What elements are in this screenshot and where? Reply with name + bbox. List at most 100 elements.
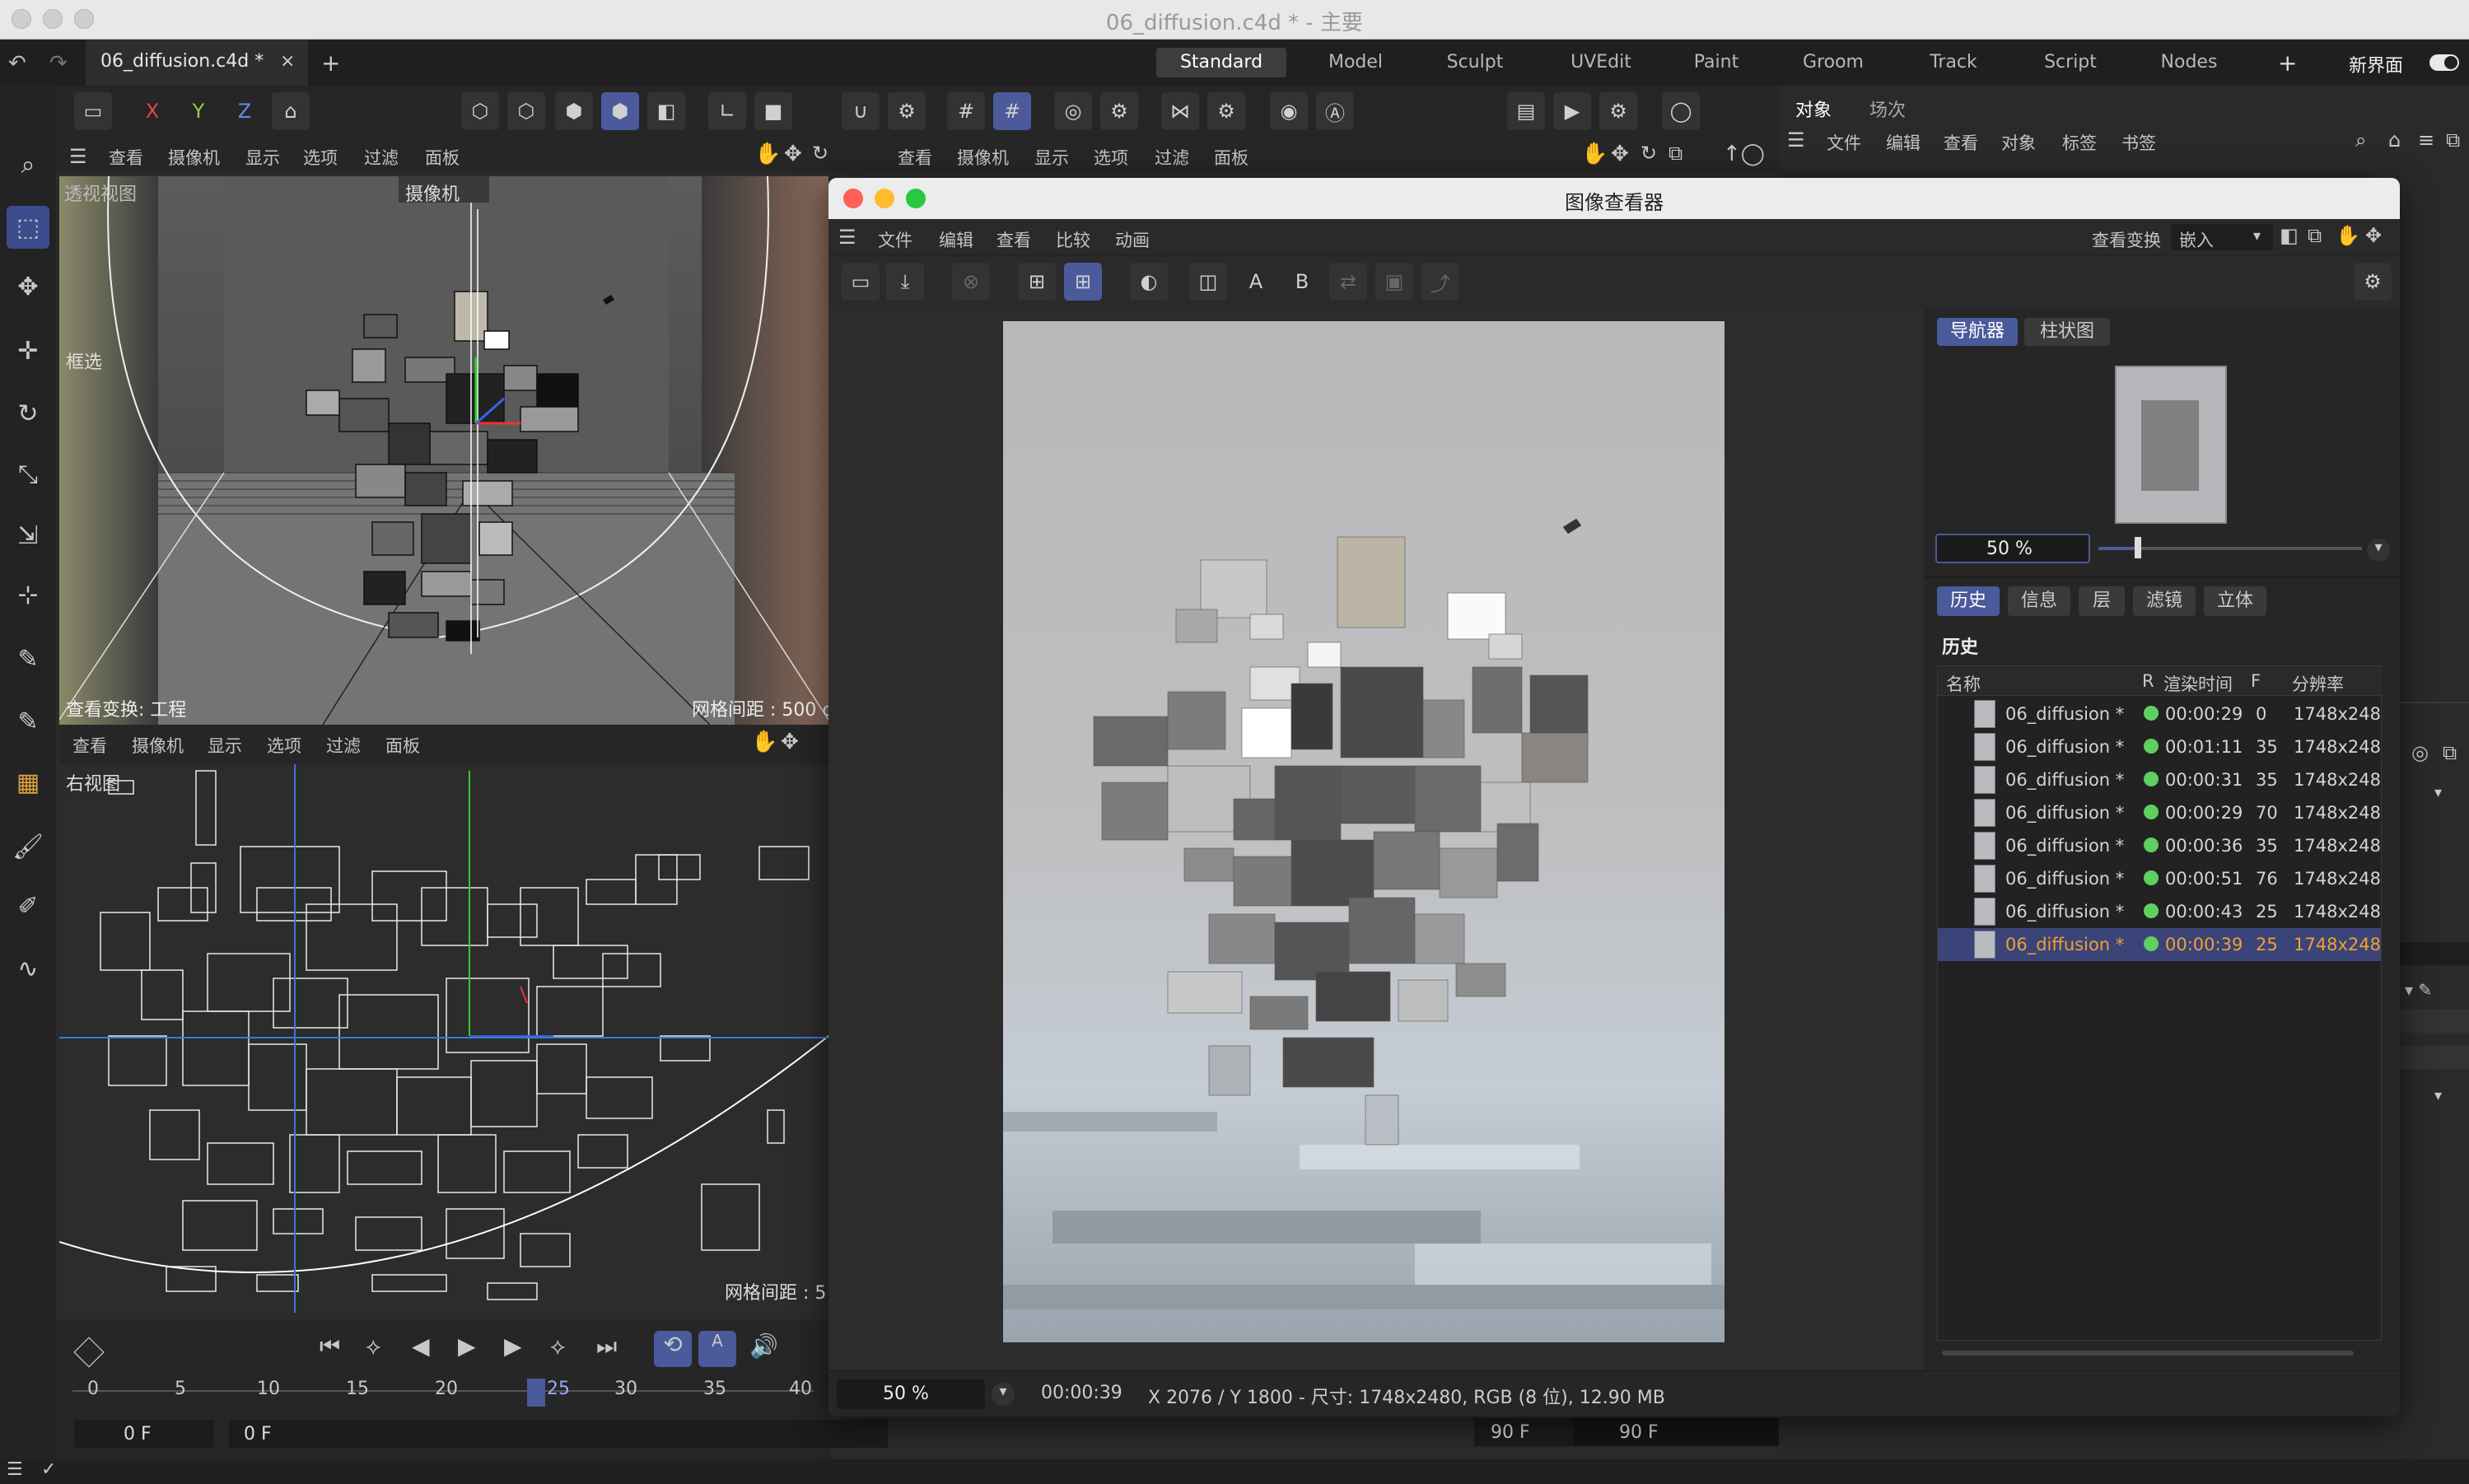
- iv-menu-icon[interactable]: ☰: [838, 226, 856, 249]
- status-menu-icon[interactable]: ☰: [7, 1459, 23, 1480]
- iv-move-icon[interactable]: ✥: [2365, 224, 2382, 247]
- scale-tool-icon[interactable]: ⤡: [7, 453, 49, 496]
- iv-menu-animation[interactable]: 动画: [1115, 227, 1150, 252]
- knife-tool-icon[interactable]: ✐: [7, 884, 49, 927]
- x-axis-lock[interactable]: X: [133, 92, 171, 130]
- model-mode-icon[interactable]: ⬢: [601, 92, 639, 130]
- layout-tab-groom[interactable]: Groom: [1781, 48, 1886, 77]
- magnet-icon[interactable]: ∪: [842, 92, 880, 130]
- status-zoom-dropdown-icon[interactable]: ▾: [992, 1383, 1015, 1406]
- rotate-view-icon-2[interactable]: ↻: [1641, 142, 1657, 165]
- stop-render-icon[interactable]: ⊗: [952, 263, 990, 301]
- brush-tool-icon[interactable]: 🖌: [7, 825, 49, 868]
- menu2-view[interactable]: 查看: [898, 145, 932, 170]
- menu2-camera[interactable]: 摄像机: [957, 145, 1009, 170]
- sound-icon[interactable]: 🔊: [749, 1332, 778, 1360]
- tab-histogram[interactable]: 柱状图: [2024, 318, 2110, 346]
- layout-tab-uvedit[interactable]: UVEdit: [1548, 48, 1654, 77]
- render-active-icon[interactable]: ⊞: [1064, 263, 1102, 301]
- tab-info[interactable]: 信息: [2008, 586, 2070, 616]
- rotate-view-icon[interactable]: ↻: [812, 142, 828, 165]
- symmetry-settings-icon[interactable]: ⚙: [1207, 92, 1245, 130]
- iv-pan-icon[interactable]: ✋: [2336, 224, 2360, 247]
- contrast-icon[interactable]: ◐: [1130, 263, 1168, 301]
- redo-icon[interactable]: ↷: [49, 51, 68, 76]
- menu-camera[interactable]: 摄像机: [168, 145, 220, 170]
- obj-home-icon[interactable]: ⌂: [2388, 128, 2401, 152]
- popout-icon[interactable]: ⧉: [2308, 224, 2322, 247]
- zoom-dropdown-icon[interactable]: ▾: [2367, 539, 2390, 562]
- layout-tab-nodes[interactable]: Nodes: [2136, 48, 2242, 77]
- rv-menu-panel[interactable]: 面板: [385, 733, 420, 758]
- axis-mode-icon[interactable]: ∟: [708, 92, 746, 130]
- attr-popout-icon[interactable]: ⧉: [2443, 741, 2457, 764]
- search-icon[interactable]: ⌕: [7, 143, 49, 186]
- menu-display[interactable]: 显示: [245, 145, 280, 170]
- play-icon[interactable]: ▶: [458, 1332, 476, 1360]
- open-folder-icon[interactable]: ▭: [842, 263, 880, 301]
- render-a-icon[interactable]: Ⓐ: [1316, 92, 1354, 130]
- new-ui-toggle[interactable]: [2429, 54, 2459, 71]
- undo-icon[interactable]: ↶: [8, 51, 26, 76]
- menu2-filter[interactable]: 过滤: [1155, 145, 1189, 170]
- history-row[interactable]: 06_diffusion * 00:00:29 70 1748x248: [1938, 796, 2381, 829]
- obj-search-icon[interactable]: ⌕: [2355, 128, 2366, 152]
- object-menu-icon[interactable]: ☰: [1787, 128, 1805, 152]
- layout-tab-model[interactable]: Model: [1303, 48, 1408, 77]
- keyframe-icon[interactable]: [73, 1337, 105, 1368]
- col-frame[interactable]: F: [2251, 671, 2261, 691]
- transfer-tool-icon[interactable]: ⇲: [7, 514, 49, 557]
- add-layout-button[interactable]: +: [2278, 49, 2297, 77]
- menu-panel[interactable]: 面板: [425, 145, 460, 170]
- move-view-icon-2[interactable]: ✥: [1611, 142, 1629, 166]
- menu2-panel[interactable]: 面板: [1214, 145, 1249, 170]
- range-slider[interactable]: 0 F: [229, 1420, 888, 1448]
- menu-icon[interactable]: ☰: [69, 145, 87, 168]
- obj-menu-object[interactable]: 对象: [2001, 130, 2036, 155]
- col-render-time[interactable]: 渲染时间: [2163, 671, 2233, 696]
- rv-menu-display[interactable]: 显示: [208, 733, 242, 758]
- col-name[interactable]: 名称: [1946, 671, 1981, 696]
- iv-settings-icon[interactable]: ⚙: [2354, 263, 2392, 301]
- move-view-icon[interactable]: ✥: [784, 142, 802, 166]
- range-end-value[interactable]: 90 F: [1491, 1422, 1530, 1443]
- menu-options[interactable]: 选项: [303, 145, 338, 170]
- col-resolution[interactable]: 分辨率: [2292, 671, 2344, 696]
- render-settings-icon[interactable]: ⚙: [1599, 92, 1637, 130]
- col-r[interactable]: R: [2142, 671, 2154, 691]
- save-image-icon[interactable]: ⤓: [886, 263, 924, 301]
- rv-menu-view[interactable]: 查看: [72, 733, 107, 758]
- compare-b-button[interactable]: B: [1283, 263, 1321, 301]
- history-row[interactable]: 06_diffusion * 00:00:43 25 1748x248: [1938, 895, 2381, 928]
- settings-snap-icon[interactable]: ⚙: [888, 92, 926, 130]
- pan-icon-2[interactable]: ✋: [1581, 142, 1608, 166]
- select-tool-icon[interactable]: ⬚: [7, 206, 49, 249]
- grid-snap-active-icon[interactable]: #: [993, 92, 1031, 130]
- tab-layers[interactable]: 层: [2079, 586, 2125, 616]
- points-mode-icon[interactable]: ⬡: [461, 92, 499, 130]
- perspective-viewport[interactable]: 透视视图 摄像机 框选 查看变换: 工程 网格间距 : 500 c: [59, 176, 828, 725]
- edges-mode-icon[interactable]: ⬡: [507, 92, 545, 130]
- tab-stereo[interactable]: 立体: [2204, 586, 2266, 616]
- layout-tab-standard[interactable]: Standard: [1156, 48, 1286, 77]
- attr-dropdown-2[interactable]: ▾ ✎: [2405, 980, 2432, 1000]
- prev-key-icon[interactable]: ⟡: [366, 1332, 381, 1360]
- layout-tab-script[interactable]: Script: [2018, 48, 2123, 77]
- texture-mode-icon[interactable]: ◧: [647, 92, 685, 130]
- polygons-mode-icon[interactable]: ⬢: [555, 92, 593, 130]
- grid-snap-icon[interactable]: #: [947, 92, 985, 130]
- history-scrollbar[interactable]: [1942, 1351, 2354, 1356]
- y-axis-lock[interactable]: Y: [180, 92, 217, 130]
- menu-filter[interactable]: 过滤: [364, 145, 399, 170]
- render-view-icon[interactable]: ▤: [1507, 92, 1545, 130]
- history-row[interactable]: 06_diffusion * 00:00:31 35 1748x248: [1938, 763, 2381, 796]
- prev-frame-icon[interactable]: ◀: [412, 1332, 430, 1360]
- next-frame-icon[interactable]: ▶: [504, 1332, 522, 1360]
- swap-ab-icon[interactable]: ⇄: [1329, 263, 1367, 301]
- obj-filter-icon[interactable]: ≡: [2418, 128, 2434, 152]
- film-icon[interactable]: ▭: [74, 92, 112, 130]
- camera-dropdown[interactable]: 摄像机: [399, 176, 489, 205]
- move-select-icon[interactable]: ✥: [7, 265, 49, 308]
- menu2-options[interactable]: 选项: [1094, 145, 1128, 170]
- placement-tool-icon[interactable]: ⊹: [7, 573, 49, 616]
